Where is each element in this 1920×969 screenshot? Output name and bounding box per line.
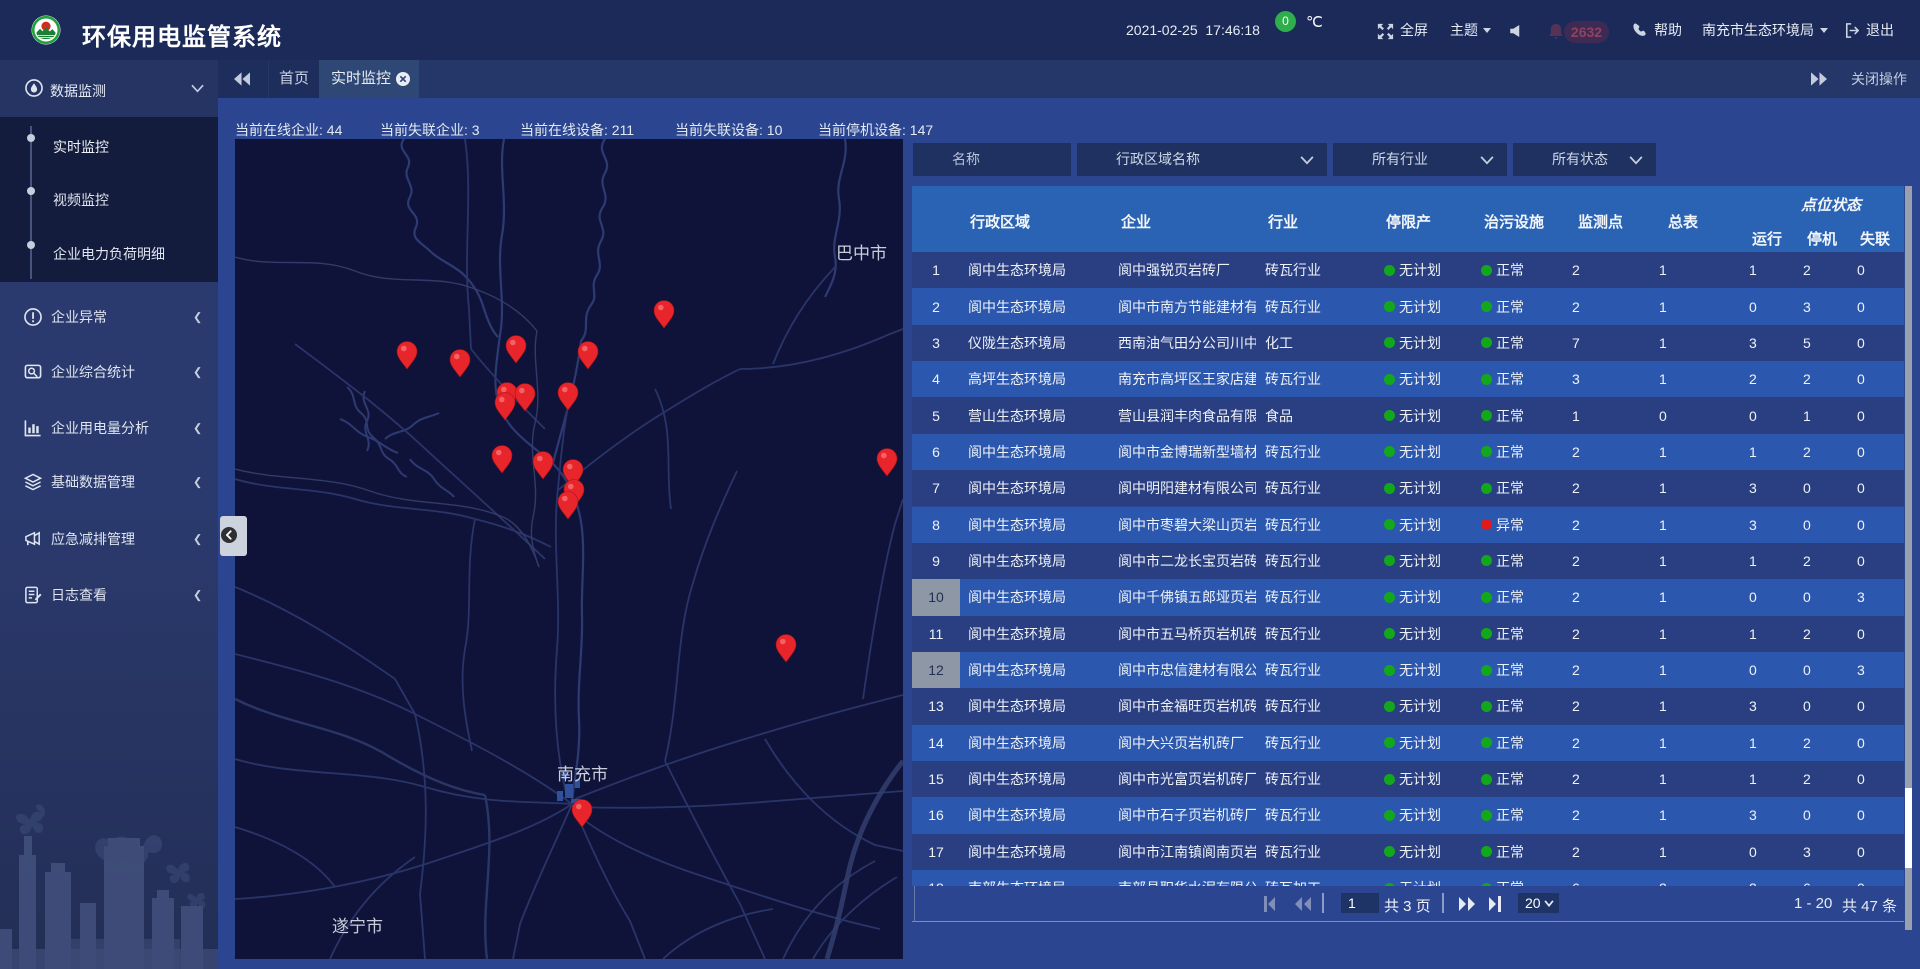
svg-text:遂宁市: 遂宁市	[332, 917, 383, 936]
